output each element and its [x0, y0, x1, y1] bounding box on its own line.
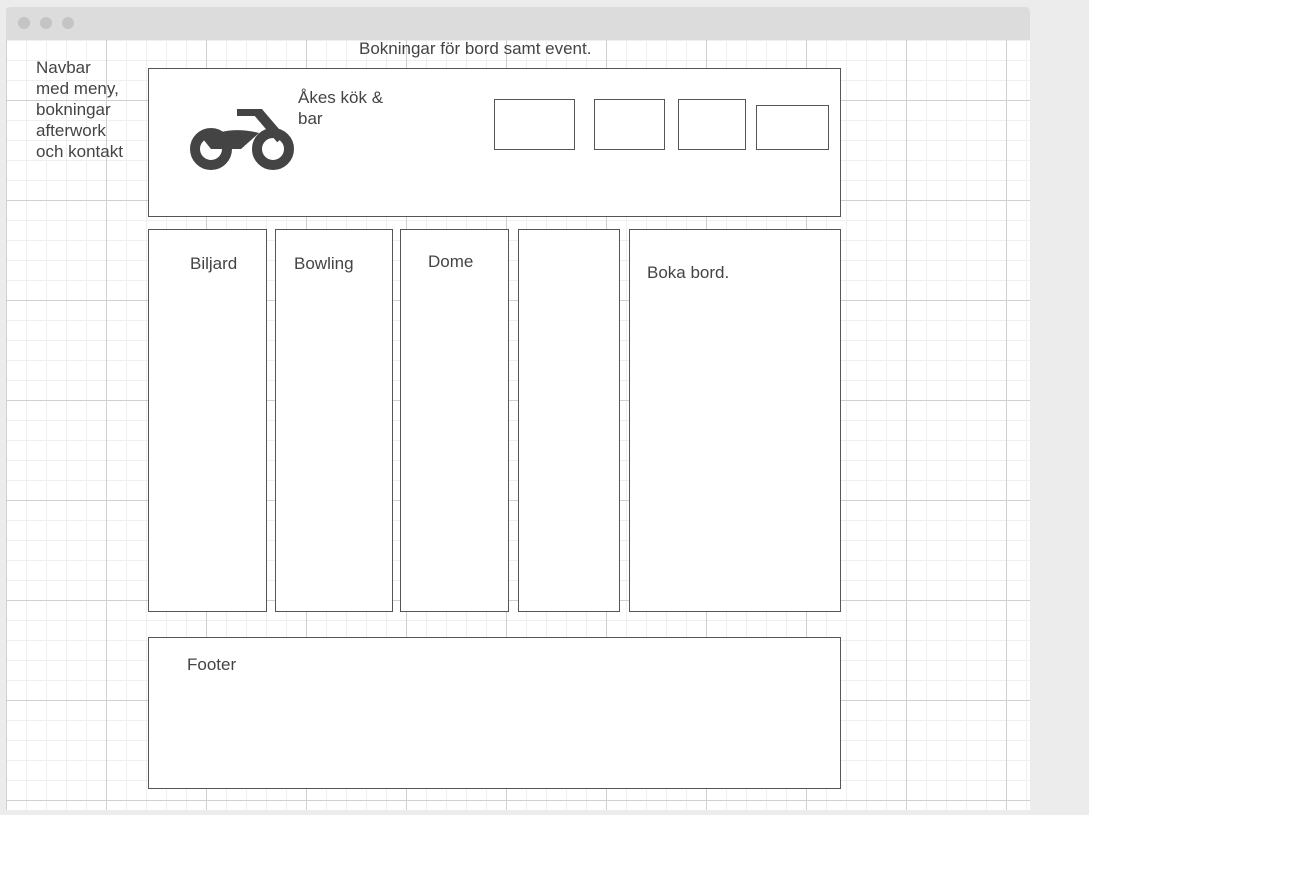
window-titlebar	[6, 7, 1030, 40]
header-nav-button-4[interactable]	[756, 105, 829, 150]
footer-label: Footer	[187, 655, 237, 674]
motorcycle-icon	[190, 109, 294, 170]
header-nav-button-3[interactable]	[678, 99, 746, 150]
column-label-dome: Dome	[428, 252, 474, 271]
column-dome: Dome	[400, 229, 509, 612]
brand-name: Åkes kök & bar	[298, 88, 384, 128]
header-nav-button-1[interactable]	[494, 99, 575, 150]
column-biljard: Biljard	[148, 229, 267, 612]
header-nav-button-2[interactable]	[594, 99, 665, 150]
window-maximize-dot[interactable]	[62, 17, 74, 29]
column-empty	[518, 229, 620, 612]
column-label-bowling: Bowling	[294, 254, 354, 273]
browser-window: Bokningar för bord samt event. Navbar me…	[6, 7, 1030, 810]
page-title: Bokningar för bord samt event.	[359, 39, 592, 58]
footer-section: Footer	[148, 637, 841, 789]
column-label-boka-bord: Boka bord.	[647, 263, 730, 282]
navbar-placeholder: Navbar med meny, bokningar afterwork och…	[36, 58, 123, 161]
column-bowling: Bowling	[275, 229, 393, 612]
column-label-biljard: Biljard	[190, 254, 238, 273]
column-boka-bord: Boka bord.	[629, 229, 841, 612]
window-minimize-dot[interactable]	[40, 17, 52, 29]
window-close-dot[interactable]	[18, 17, 30, 29]
